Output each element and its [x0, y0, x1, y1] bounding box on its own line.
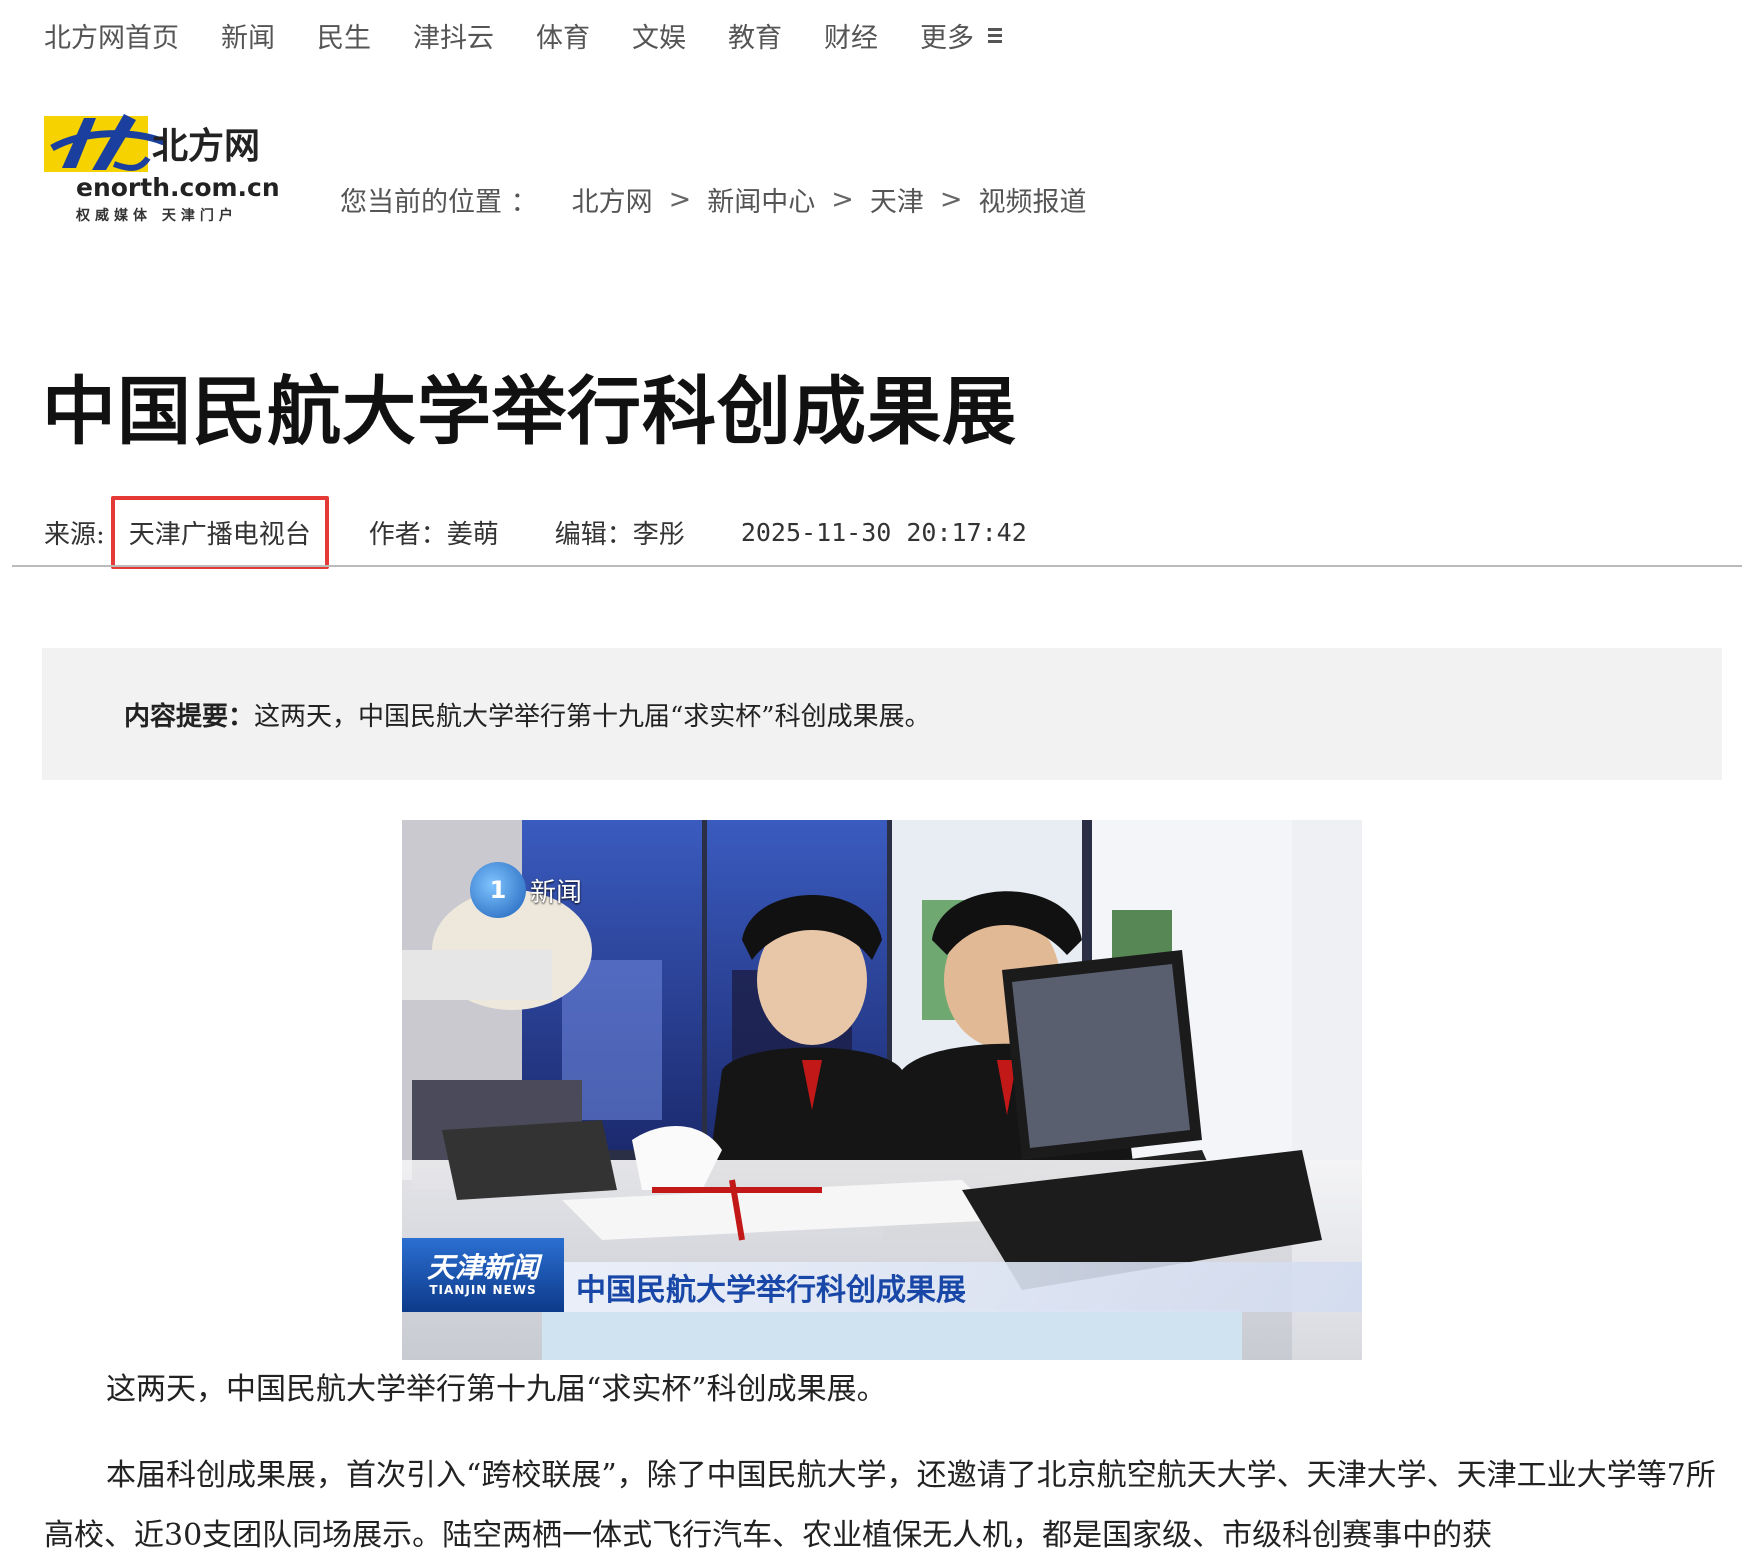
source-label: 来源: — [44, 520, 105, 550]
menu-icon — [988, 25, 1002, 46]
chevron-right-icon: > — [831, 184, 854, 215]
author: 作者：姜萌 — [368, 520, 499, 550]
summary-label: 内容提要： — [124, 702, 255, 732]
nav-more-label: 更多 — [920, 23, 974, 54]
channel-label: 新闻 — [530, 878, 583, 908]
chevron-right-icon: > — [939, 184, 963, 215]
nav-item-home[interactable]: 北方网首页 — [44, 16, 179, 55]
summary-box: 内容提要：这两天，中国民航大学举行第十九届“求实杯”科创成果展。 — [42, 648, 1722, 780]
article-paragraph-1: 这两天，中国民航大学举行第十九届“求实杯”科创成果展。 — [106, 1372, 887, 1407]
article-title: 中国民航大学举行科创成果展 — [42, 369, 1017, 455]
article-paragraph-2: 本届科创成果展，首次引入“跨校联展”，除了中国民航大学，还邀请了北京航空航天大学… — [44, 1458, 1716, 1553]
video-lower-third: 天津新闻 TIANJIN NEWS 中国民航大学举行科创成果展 — [402, 1238, 1362, 1312]
source-value-highlighted: 天津广播电视台 — [110, 496, 329, 569]
summary-text: 内容提要：这两天，中国民航大学举行第十九届“求实杯”科创成果展。 — [124, 696, 931, 733]
breadcrumb-item-enorth[interactable]: 北方网 — [572, 180, 653, 219]
nav-item-finance[interactable]: 财经 — [824, 16, 878, 55]
video-frame[interactable]: 1 新闻 天津新闻 TIANJIN NEWS 中国民航大学举行科创成果展 — [402, 820, 1362, 1360]
nav-item-livelihood[interactable]: 民生 — [317, 16, 371, 55]
breadcrumb: 您当前的位置 ： 北方网 > 新闻中心 > 天津 > 视频报道 — [340, 180, 1086, 219]
nav-item-sports[interactable]: 体育 — [536, 16, 590, 55]
logo-name: 北方网 — [152, 125, 260, 167]
channel-logo-icon: 1 — [470, 862, 526, 918]
video-caption: 中国民航大学举行科创成果展 — [564, 1262, 1362, 1312]
editor: 编辑：李彤 — [554, 520, 685, 550]
program-name-cn: 天津新闻 — [426, 1251, 539, 1284]
summary-content: 这两天，中国民航大学举行第十九届“求实杯”科创成果展。 — [254, 702, 931, 732]
nav-item-education[interactable]: 教育 — [728, 16, 782, 55]
nav-item-news[interactable]: 新闻 — [221, 16, 275, 55]
program-name-en: TIANJIN NEWS — [429, 1283, 537, 1297]
site-logo[interactable]: 北方网 enorth.com.cn 权威媒体 天津门户 — [44, 110, 302, 230]
breadcrumb-item-tianjin[interactable]: 天津 — [870, 180, 924, 219]
article-meta: 来源: 天津广播电视台 作者：姜萌 编辑：李彤 2025-11-30 20:17… — [44, 496, 1027, 569]
publish-date: 2025-11-30 20:17:42 — [740, 518, 1027, 547]
nav-item-entertainment[interactable]: 文娱 — [632, 16, 686, 55]
breadcrumb-item-video-reports[interactable]: 视频报道 — [978, 180, 1086, 219]
nav-item-jindouyun[interactable]: 津抖云 — [413, 16, 494, 55]
breadcrumb-label: 您当前的位置 ： — [340, 187, 538, 218]
breadcrumb-item-news-center[interactable]: 新闻中心 — [707, 180, 815, 219]
divider — [12, 565, 1742, 567]
top-nav: 北方网首页 新闻 民生 津抖云 体育 文娱 教育 财经 更多 — [44, 16, 1002, 55]
logo-domain: enorth.com.cn — [76, 173, 280, 202]
nav-more-button[interactable]: 更多 — [920, 16, 1002, 55]
site-logo-graphic: 北方网 enorth.com.cn 权威媒体 天津门户 — [44, 114, 280, 224]
program-logo: 天津新闻 TIANJIN NEWS — [402, 1238, 564, 1312]
chevron-right-icon: > — [668, 184, 692, 215]
logo-tagline: 权威媒体 天津门户 — [75, 207, 238, 224]
